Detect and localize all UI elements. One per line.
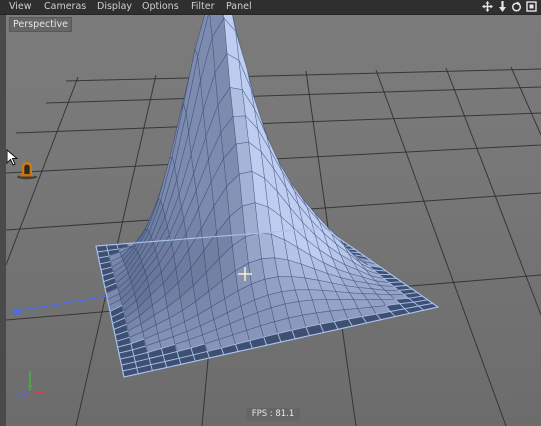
viewport-menubar: View Cameras Display Options Filter Pane… — [0, 0, 541, 15]
menu-filter[interactable]: Filter — [191, 0, 215, 14]
fps-readout: FPS : 81.1 — [246, 408, 300, 421]
viewport-camera-label[interactable]: Perspective — [9, 17, 73, 32]
view-orientation-gizmo — [17, 371, 45, 398]
toggle-view-icon[interactable] — [526, 1, 537, 12]
floor-grid-line — [15, 112, 541, 134]
landscape-mesh[interactable] — [95, 15, 440, 378]
light-object-icon[interactable] — [16, 160, 38, 180]
gizmo-z-line — [17, 390, 31, 398]
menu-display[interactable]: Display — [97, 0, 132, 14]
menu-panel[interactable]: Panel — [226, 0, 252, 14]
floor-grid-line — [65, 68, 541, 82]
floor-grid-line — [45, 86, 541, 104]
floor-grid-line — [375, 69, 507, 426]
move-view-icon[interactable] — [482, 1, 493, 12]
perspective-viewport[interactable]: Perspective FPS : 81.1 — [6, 15, 541, 426]
rotate-view-icon[interactable] — [511, 1, 522, 12]
gizmo-x-line — [29, 390, 45, 394]
floor-grid-line — [510, 66, 541, 136]
z-axis-arrow — [11, 308, 19, 315]
menu-cameras[interactable]: Cameras — [44, 0, 86, 14]
menu-options[interactable]: Options — [142, 0, 179, 14]
floor-grid-line — [445, 67, 541, 316]
cinema4d-viewport-window: View Cameras Display Options Filter Pane… — [0, 0, 541, 426]
viewport-scene[interactable] — [6, 15, 541, 426]
menu-view[interactable]: View — [9, 0, 32, 14]
dolly-view-icon[interactable] — [497, 1, 508, 12]
